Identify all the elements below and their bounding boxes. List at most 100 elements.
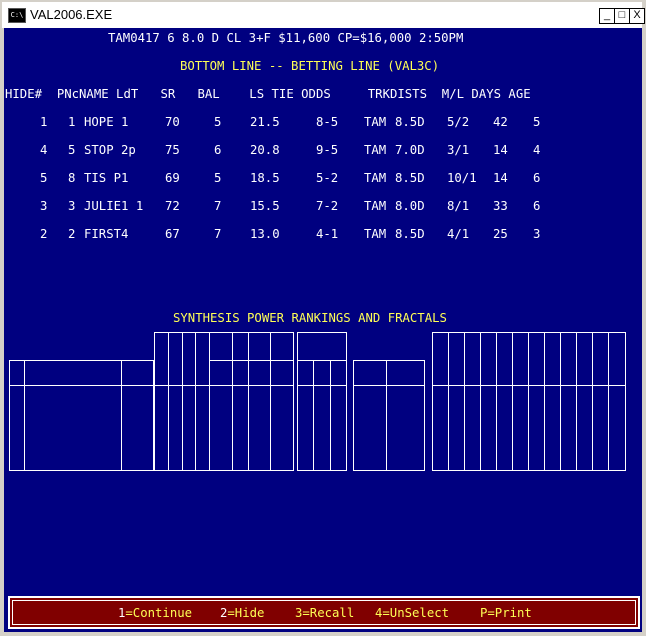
bet-cell-odds: 8-5	[316, 115, 339, 129]
bet-cell-ml: 3/1	[447, 143, 470, 157]
col-sep	[195, 332, 196, 471]
row-sep	[297, 360, 347, 361]
bet-cell-bal: 6	[214, 143, 222, 157]
bet-cell-trk: TAM	[364, 143, 387, 157]
box-identity	[9, 360, 154, 471]
bet-cell-ls: 15.5	[250, 199, 280, 213]
bet-cell-age: 5	[533, 115, 541, 129]
fkey-label: =Print	[487, 606, 532, 620]
col-sep	[608, 332, 609, 471]
bet-cell-dist: 8.5D	[395, 171, 425, 185]
col-sep	[592, 332, 593, 471]
bet-cell-ls: 18.5	[250, 171, 280, 185]
bet-cell-pn: 8	[68, 171, 76, 185]
header-sep	[297, 385, 347, 386]
box-fract	[297, 332, 347, 471]
bet-cell-ls: 13.0	[250, 227, 280, 241]
bet-cell-sr: 70	[165, 115, 180, 129]
betting-table-header: HIDE# PNcNAME LdT SR BAL LS TIE ODDS TRK…	[5, 87, 531, 101]
col-sep	[168, 332, 169, 471]
bet-cell-days: 14	[493, 143, 508, 157]
fkey-P[interactable]: P=Print	[480, 606, 532, 620]
minimize-button[interactable]: _	[599, 8, 615, 24]
bet-cell-trk: TAM	[364, 199, 387, 213]
col-sep	[386, 360, 387, 471]
bet-cell-pn: 5	[68, 143, 76, 157]
col-sep	[496, 332, 497, 471]
bet-cell-pn: 3	[68, 199, 76, 213]
header-sep	[432, 385, 626, 386]
bet-cell-ls: 20.8	[250, 143, 280, 157]
col-sep	[544, 332, 545, 471]
race-info-line: TAM0417 6 8.0 D CL 3+F $11,600 CP=$16,00…	[108, 31, 464, 45]
console-icon: C:\	[8, 8, 26, 23]
app-window: C:\ VAL2006.EXE _ □ X TAM0417 6 8.0 D CL…	[0, 0, 646, 636]
bet-cell-name: TIS P1	[84, 171, 129, 185]
col-sep	[448, 332, 449, 471]
bet-cell-hide: 5	[40, 171, 48, 185]
fkey-1[interactable]: 1=Continue	[118, 606, 192, 620]
col-sep	[182, 332, 183, 471]
col-sep	[464, 332, 465, 471]
bet-cell-odds: 9-5	[316, 143, 339, 157]
col-sep	[528, 332, 529, 471]
col-sep	[270, 332, 271, 471]
bet-cell-name: HOPE 1	[84, 115, 129, 129]
header-sep	[154, 385, 294, 386]
bet-cell-bal: 5	[214, 171, 222, 185]
bet-cell-bal: 5	[214, 115, 222, 129]
bet-cell-pn: 1	[68, 115, 76, 129]
box-rankings	[154, 332, 294, 471]
bet-cell-age: 3	[533, 227, 541, 241]
col-sep	[313, 360, 314, 471]
bet-cell-odds: 4-1	[316, 227, 339, 241]
bet-cell-trk: TAM	[364, 171, 387, 185]
bet-cell-name: STOP 2p	[84, 143, 136, 157]
bet-cell-hide: 3	[40, 199, 48, 213]
fkey-4[interactable]: 4=UnSelect	[375, 606, 449, 620]
bet-cell-age: 4	[533, 143, 541, 157]
bet-cell-hide: 2	[40, 227, 48, 241]
bet-cell-pn: 2	[68, 227, 76, 241]
bet-cell-sr: 69	[165, 171, 180, 185]
synthesis-title: SYNTHESIS POWER RANKINGS AND FRACTALS	[173, 311, 447, 325]
bet-cell-name: JULIE1 1	[84, 199, 144, 213]
col-sep	[232, 332, 233, 471]
bet-cell-days: 25	[493, 227, 508, 241]
title-bar[interactable]: C:\ VAL2006.EXE _ □ X	[2, 2, 645, 28]
fkey-2[interactable]: 2=Hide	[220, 606, 264, 620]
box-esp	[353, 360, 425, 471]
fkey-label: =Continue	[125, 606, 193, 620]
col-sep	[480, 332, 481, 471]
bet-cell-trk: TAM	[364, 227, 387, 241]
row-sep	[209, 360, 294, 361]
bet-cell-odds: 7-2	[316, 199, 339, 213]
box-right	[432, 332, 626, 471]
maximize-button[interactable]: □	[614, 8, 630, 24]
col-sep	[512, 332, 513, 471]
bet-cell-odds: 5-2	[316, 171, 339, 185]
bet-cell-ml: 10/1	[447, 171, 477, 185]
bet-cell-name: FIRST4	[84, 227, 129, 241]
bet-cell-sr: 67	[165, 227, 180, 241]
bet-cell-ls: 21.5	[250, 115, 280, 129]
fkey-label: =UnSelect	[382, 606, 450, 620]
fkey-label: =Recall	[302, 606, 355, 620]
fkey-label: =Hide	[227, 606, 265, 620]
header-sep	[9, 385, 154, 386]
bet-cell-dist: 8.0D	[395, 199, 425, 213]
bet-cell-sr: 75	[165, 143, 180, 157]
bet-cell-age: 6	[533, 199, 541, 213]
bet-cell-dist: 8.5D	[395, 227, 425, 241]
close-button[interactable]: X	[629, 8, 645, 24]
col-sep	[576, 332, 577, 471]
fkey-3[interactable]: 3=Recall	[295, 606, 354, 620]
function-key-bar: 1=Continue 2=Hide 3=Recall 4=UnSelect P=Prin…	[8, 596, 640, 629]
console-screen: TAM0417 6 8.0 D CL 3+F $11,600 CP=$16,00…	[4, 28, 642, 632]
bet-cell-bal: 7	[214, 199, 222, 213]
col-sep	[560, 332, 561, 471]
bet-cell-bal: 7	[214, 227, 222, 241]
bet-cell-hide: 4	[40, 143, 48, 157]
col-sep	[248, 332, 249, 471]
col-sep	[24, 360, 25, 471]
